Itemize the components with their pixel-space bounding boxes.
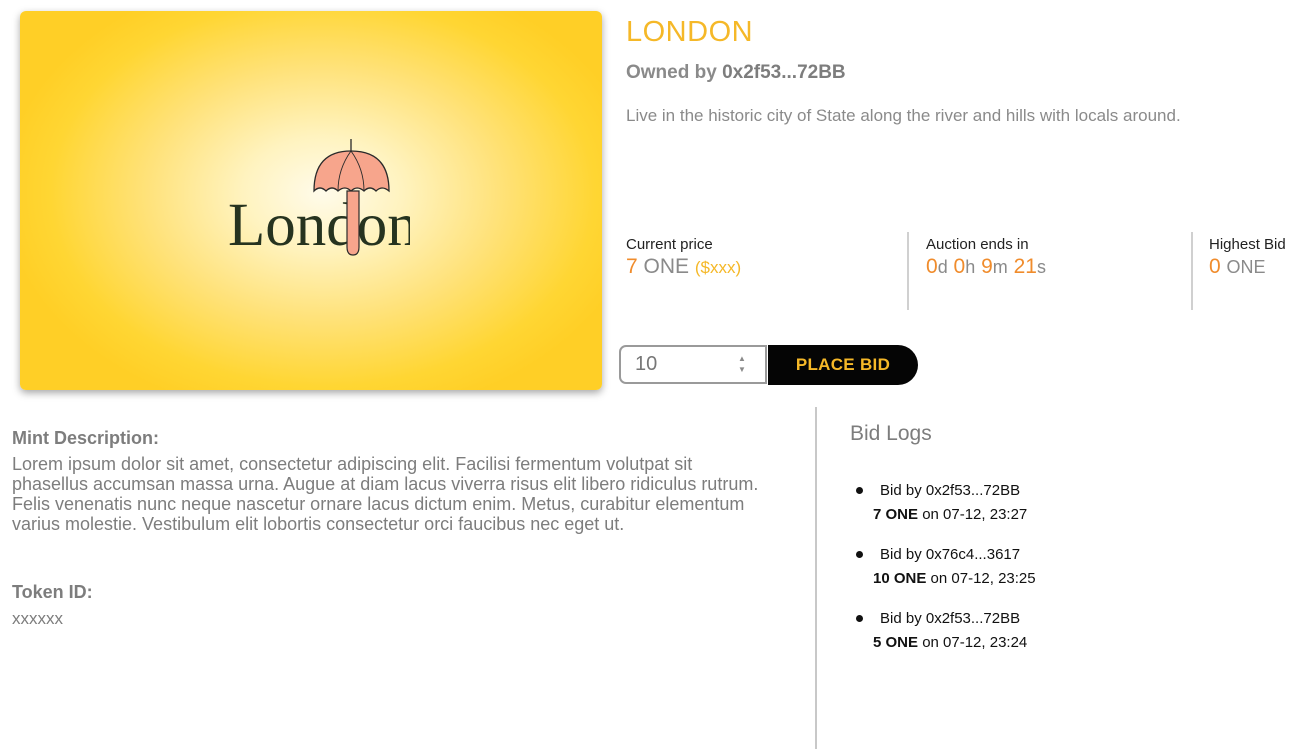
auction-ends-stat: Auction ends in 0d 0h 9m 21s xyxy=(926,232,1046,310)
umbrella-handle-icon xyxy=(346,190,360,256)
highest-bid-amount: 0 xyxy=(1209,255,1221,278)
owner-address[interactable]: 0x2f53...72BB xyxy=(722,62,846,83)
owner-line: Owned by 0x2f53...72BB xyxy=(626,62,846,84)
bid-log-amount: 10 ONE xyxy=(873,570,927,587)
bid-log-time: on 07-12, 23:24 xyxy=(922,634,1028,651)
countdown-minutes: 9 xyxy=(981,255,993,278)
place-bid-button[interactable]: PLACE BID xyxy=(768,345,918,385)
current-price-amount: 7 xyxy=(626,255,638,278)
bid-logs-title: Bid Logs xyxy=(850,422,932,445)
page-title: LONDON xyxy=(626,16,754,48)
highest-bid-currency: ONE xyxy=(1226,257,1266,277)
countdown-minutes-unit: m xyxy=(992,257,1008,277)
bid-log-time: on 07-12, 23:27 xyxy=(922,506,1028,523)
countdown-hours: 0 xyxy=(953,255,966,278)
bid-log-detail: 5 ONE on 07-12, 23:24 xyxy=(873,634,1027,651)
token-id-value: xxxxxx xyxy=(12,609,63,628)
countdown-hours-unit: h xyxy=(965,257,976,277)
bid-log-time: on 07-12, 23:25 xyxy=(930,570,1036,587)
current-price-label: Current price xyxy=(626,236,713,253)
bid-log-amount: 5 ONE xyxy=(873,634,919,651)
nft-image: London xyxy=(20,11,602,390)
bid-log-amount: 7 ONE xyxy=(873,506,919,523)
mint-description-heading: Mint Description: xyxy=(12,428,159,448)
section-divider xyxy=(815,407,817,749)
token-id-heading: Token ID: xyxy=(12,582,93,602)
bullet-icon xyxy=(856,615,863,622)
current-price-usd: ($xxx) xyxy=(694,258,742,277)
bid-amount-field: ▲ ▼ xyxy=(619,345,767,384)
auction-countdown: 0d 0h 9m 21s xyxy=(926,255,1046,279)
countdown-seconds-unit: s xyxy=(1036,257,1046,277)
highest-bid-label: Highest Bid xyxy=(1209,236,1286,253)
current-price-value: 7 ONE ($xxx) xyxy=(626,255,741,279)
highest-bid-stat: Highest Bid 0 ONE xyxy=(1209,232,1286,310)
countdown-days: 0 xyxy=(926,255,938,278)
bid-amount-input[interactable] xyxy=(621,347,735,382)
bid-log-detail: 7 ONE on 07-12, 23:27 xyxy=(873,506,1027,523)
stat-divider xyxy=(1191,232,1193,310)
auction-ends-label: Auction ends in xyxy=(926,236,1029,253)
stepper-down-icon[interactable]: ▼ xyxy=(737,364,747,375)
stepper-up-icon[interactable]: ▲ xyxy=(737,353,747,364)
current-price-currency: ONE xyxy=(643,255,690,278)
bid-log-detail: 10 ONE on 07-12, 23:25 xyxy=(873,570,1036,587)
current-price-stat: Current price 7 ONE ($xxx) xyxy=(626,232,741,310)
highest-bid-value: 0 ONE xyxy=(1209,255,1286,279)
stat-divider xyxy=(907,232,909,310)
bid-stepper[interactable]: ▲ ▼ xyxy=(737,353,747,375)
bullet-icon xyxy=(856,551,863,558)
bid-log-bidder: Bid by 0x76c4...3617 xyxy=(880,546,1021,563)
countdown-days-unit: d xyxy=(937,257,948,277)
mint-description-text: Lorem ipsum dolor sit amet, consectetur … xyxy=(12,454,759,534)
owner-prefix: Owned by xyxy=(626,62,717,83)
nft-description: Live in the historic city of State along… xyxy=(626,106,1181,125)
bid-log-bidder: Bid by 0x2f53...72BB xyxy=(880,482,1021,499)
bullet-icon xyxy=(856,487,863,494)
countdown-seconds: 21 xyxy=(1013,255,1037,278)
bid-log-bidder: Bid by 0x2f53...72BB xyxy=(880,610,1021,627)
